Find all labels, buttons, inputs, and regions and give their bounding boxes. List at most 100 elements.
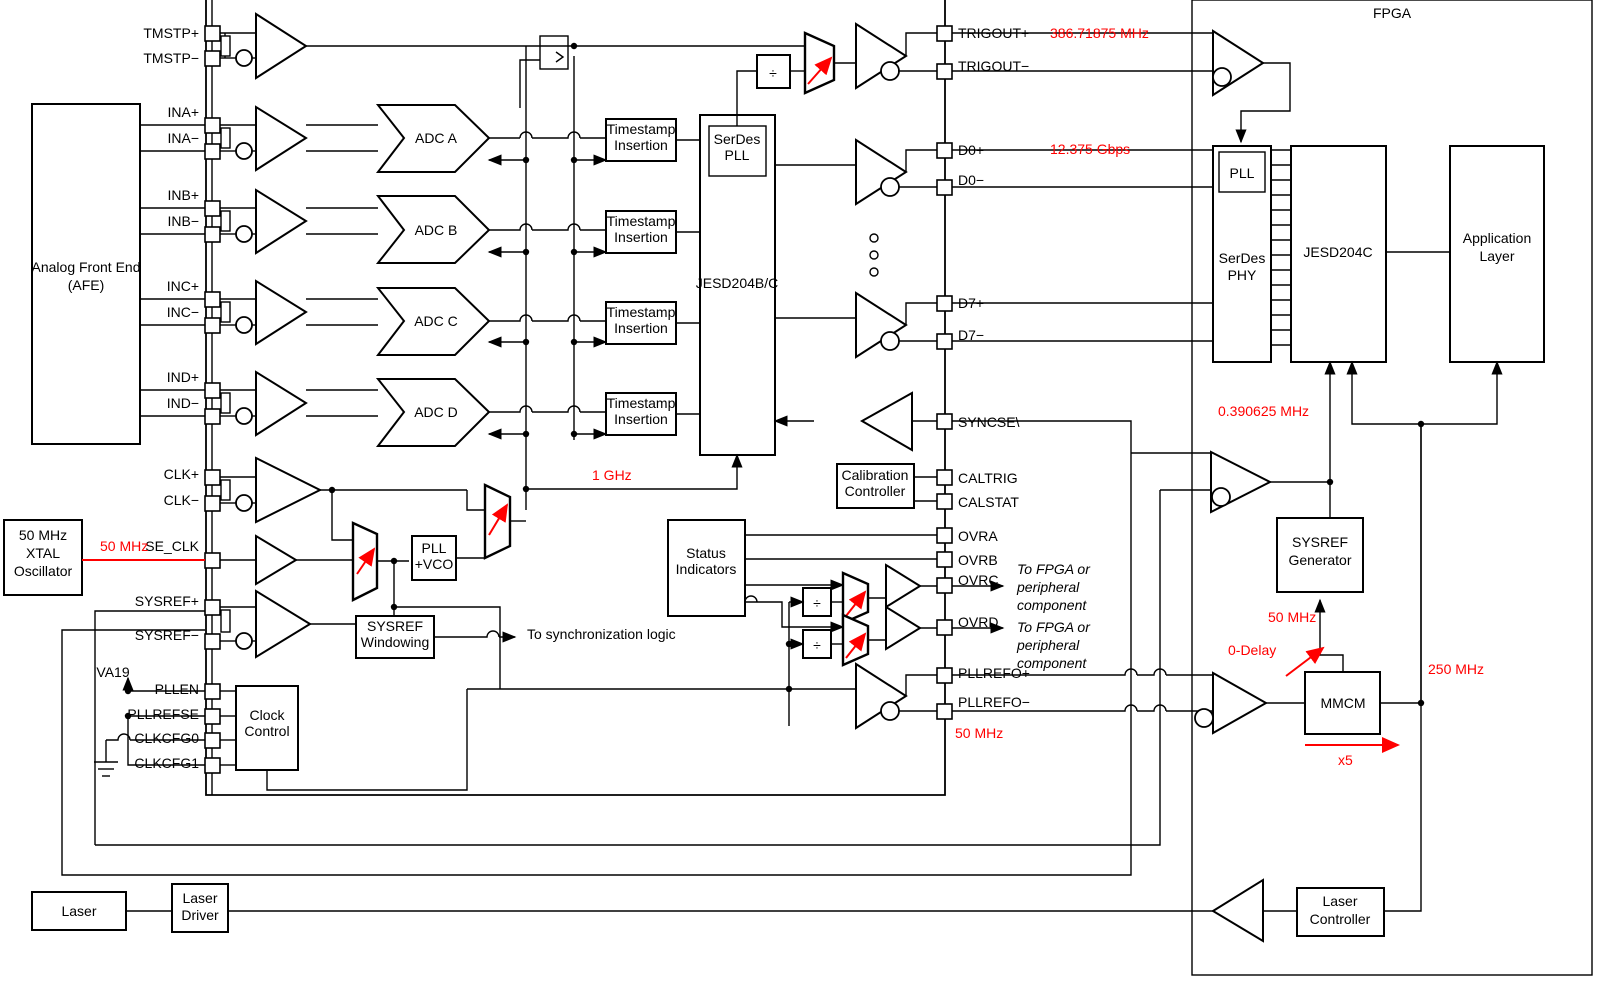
sysref-windowing-line1: SYSREF <box>367 618 423 634</box>
annotation-ovrc-dest-line2: peripheral <box>1016 579 1080 595</box>
pin-label-caltrig: CALTRIG <box>958 470 1018 486</box>
pad-ina-minus[interactable] <box>204 143 221 160</box>
clock-shaper-block <box>519 35 569 108</box>
ovrd-output-buffer <box>868 605 938 651</box>
annotation-sync-logic: To synchronization logic <box>527 626 676 642</box>
pad-trigout-plus[interactable] <box>936 25 953 42</box>
pin-label-se-clk: SE_CLK <box>145 538 199 554</box>
pad-clkcfg0[interactable] <box>204 732 221 749</box>
timestamp-insertion-b: Timestamp Insertion <box>605 210 677 254</box>
afe-label-line1: Analog Front End <box>32 259 141 275</box>
pad-clkcfg1[interactable] <box>204 757 221 774</box>
adc-a-label: ADC A <box>415 130 458 146</box>
va19-label: VA19 <box>96 664 129 680</box>
sysref-generator-line2: Generator <box>1288 552 1351 568</box>
inb-input-buffer <box>220 188 378 255</box>
divider-symbol-ovrd: ÷ <box>813 637 821 653</box>
pin-label-clk-minus: CLK− <box>164 492 199 508</box>
pad-ovrb[interactable] <box>936 551 953 568</box>
trigout-output-buffer <box>530 22 938 90</box>
annotation-sysref-freq: 0.390625 MHz <box>1218 403 1309 419</box>
pad-pllrefo-plus[interactable] <box>936 667 953 684</box>
pad-se-clk[interactable] <box>204 552 221 569</box>
pad-d0-plus[interactable] <box>936 142 953 159</box>
pin-label-ind-minus: IND− <box>167 395 199 411</box>
adc-b-block: ADC B <box>375 195 491 264</box>
pin-label-tmstp-plus: TMSTP+ <box>143 25 199 41</box>
pad-ind-plus[interactable] <box>204 382 221 399</box>
inverting-bubble-ina <box>235 142 253 160</box>
pad-inb-plus[interactable] <box>204 200 221 217</box>
tmstp-input-buffer <box>220 12 530 80</box>
pin-label-syncse: SYNCSE\ <box>958 414 1020 430</box>
right-pin-group: TRIGOUT+ TRIGOUT− D0+ D0− D7+ D7− SYNCSE… <box>936 25 1030 720</box>
pad-tmstp-plus[interactable] <box>204 25 221 42</box>
refclk-select-mux <box>351 521 409 602</box>
buffer-ina <box>255 105 308 172</box>
pad-inc-minus[interactable] <box>204 317 221 334</box>
pad-clk-minus[interactable] <box>204 495 221 512</box>
clock-control-block: Clock Control <box>220 685 468 791</box>
pin-label-pllen: PLLEN <box>155 681 199 697</box>
pad-ind-minus[interactable] <box>204 408 221 425</box>
pin-label-inb-minus: INB− <box>167 213 199 229</box>
pad-sysref-plus[interactable] <box>204 599 221 616</box>
pad-trigout-minus[interactable] <box>936 63 953 80</box>
afe-label-line2: (AFE) <box>68 277 105 293</box>
pad-tmstp-minus[interactable] <box>204 50 221 67</box>
sysref-generator-line1: SYSREF <box>1292 534 1348 550</box>
annotation-mmcm-input-freq: 50 MHz <box>1268 609 1316 625</box>
inc-input-buffer <box>220 279 378 346</box>
fpga-label: FPGA <box>1373 5 1412 21</box>
pad-inb-minus[interactable] <box>204 226 221 243</box>
pin-label-ovra: OVRA <box>958 528 998 544</box>
serdes-phy-line1: SerDes <box>1219 250 1266 266</box>
buffer-tmstp <box>255 12 308 80</box>
pad-d7-plus[interactable] <box>936 295 953 312</box>
status-indicators-line1: Status <box>686 545 726 561</box>
pad-pllen[interactable] <box>204 683 221 700</box>
adc-d-label: ADC D <box>414 404 458 420</box>
pad-ovrc[interactable] <box>936 577 953 594</box>
ovrd-mux <box>841 613 870 667</box>
pad-ina-plus[interactable] <box>204 117 221 134</box>
annotation-xtal-freq: 50 MHz <box>100 538 148 554</box>
pin-label-pllrefse: PLLREFSE <box>127 706 199 722</box>
inverting-bubble-sysref <box>235 632 253 650</box>
inverting-bubble-inb <box>235 225 253 243</box>
application-layer-line1: Application <box>1463 230 1532 246</box>
pad-caltrig[interactable] <box>936 469 953 486</box>
pll-vco-block: PLL +VCO <box>411 535 485 581</box>
calibration-controller-block: Calibration Controller <box>836 463 938 509</box>
diagram-svg: FPGA Analog Front End (AFE) TMSTP+ TMSTP… <box>3 0 1593 976</box>
annotation-lane-rate: 12.375 Gbps <box>1050 141 1130 157</box>
buffer-se-clk <box>255 534 298 586</box>
pad-pllrefo-minus[interactable] <box>936 703 953 720</box>
jesd204c-label: JESD204C <box>1303 244 1372 260</box>
pad-syncse[interactable] <box>936 413 953 430</box>
pad-d7-minus[interactable] <box>936 333 953 350</box>
clock-control-line2: Control <box>244 723 289 739</box>
annotation-ovrd-dest-line2: peripheral <box>1016 637 1080 653</box>
termination-resistor-clk <box>220 479 231 501</box>
fpga-pll-label: PLL <box>1230 165 1255 181</box>
pad-clk-plus[interactable] <box>204 469 221 486</box>
jesd-to-output-buffers <box>773 164 856 427</box>
pad-calstat[interactable] <box>936 493 953 510</box>
pad-d0-minus[interactable] <box>936 179 953 196</box>
annotation-sample-clock: 1 GHz <box>592 467 632 483</box>
inverting-bubble-tmstp <box>235 49 253 67</box>
timestamp-insertion-c: Timestamp Insertion <box>605 301 677 345</box>
timestamp-d-line1: Timestamp <box>607 395 676 411</box>
pin-label-inc-minus: INC− <box>167 304 199 320</box>
pad-ovrd[interactable] <box>936 619 953 636</box>
pad-ovra[interactable] <box>936 527 953 544</box>
pad-pllrefse[interactable] <box>204 708 221 725</box>
divider-symbol-ovrc: ÷ <box>813 595 821 611</box>
ovrc-output-buffer <box>868 563 938 609</box>
afe-block: Analog Front End (AFE) <box>31 103 141 445</box>
application-layer-line2: Layer <box>1479 248 1514 264</box>
pad-inc-plus[interactable] <box>204 291 221 308</box>
pad-sysref-minus[interactable] <box>204 633 221 650</box>
fpga-pll-block: PLL <box>1218 151 1266 193</box>
